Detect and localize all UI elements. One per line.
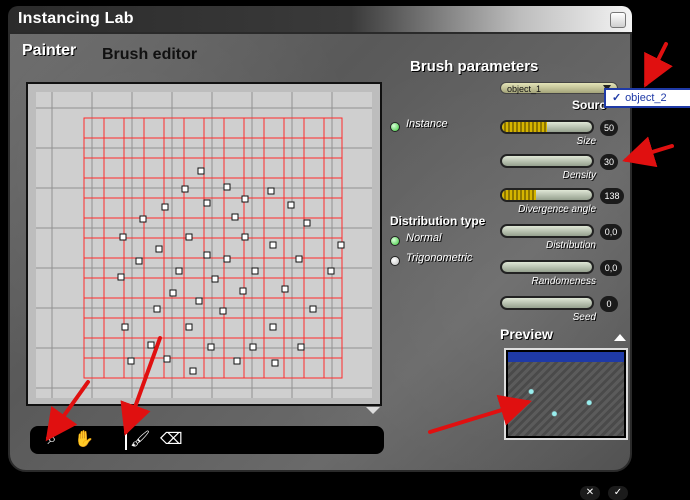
arrow-to-brush-tool (120, 336, 162, 436)
ok-button[interactable]: ✓ (608, 486, 628, 500)
arrow-to-popup (644, 42, 673, 88)
arrow-to-density (622, 136, 674, 168)
arrow-group (45, 42, 674, 442)
instancing-lab-window: Instancing Lab Painter Brush editor ⌕ ✋ … (0, 0, 690, 500)
annotation-arrows (45, 42, 674, 442)
cancel-button[interactable]: ✕ (580, 486, 600, 500)
arrow-to-zoom-tool (45, 380, 90, 442)
arrow-to-preview (428, 394, 532, 434)
